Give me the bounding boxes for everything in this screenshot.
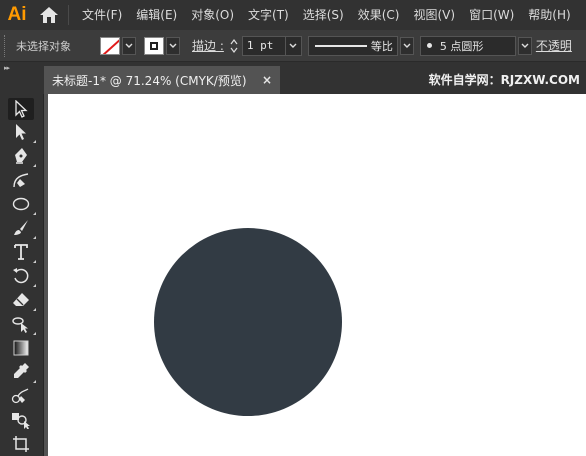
profile-label: 等比 — [370, 39, 393, 53]
brush-dropdown[interactable] — [517, 36, 532, 55]
menu-bar: Ai 文件(F) 编辑(E) 对象(O) 文字(T) 选择(S) 效果(C) 视… — [0, 0, 586, 30]
tools-panel — [0, 94, 44, 456]
brush-dot-icon — [426, 43, 432, 48]
curvature-tool[interactable] — [8, 169, 34, 191]
menu-view[interactable]: 视图(V) — [406, 0, 462, 30]
chevron-down-icon — [403, 43, 411, 48]
menu-file[interactable]: 文件(F) — [75, 0, 129, 30]
stroke-weight-input[interactable]: 1 pt — [241, 35, 286, 56]
site-watermark: 软件自学网：RJZXW.COM — [428, 73, 580, 87]
type-tool[interactable] — [8, 241, 36, 263]
rotate-tool-icon — [13, 268, 29, 284]
artboard-canvas[interactable] — [48, 94, 586, 456]
app-logo: Ai — [7, 4, 27, 25]
menu-effect[interactable]: 效果(C) — [351, 0, 407, 30]
brush-definition[interactable]: 5 点圆形 — [419, 35, 516, 56]
tool-flyout-indicator — [33, 332, 36, 335]
stroke-dropdown[interactable] — [166, 36, 180, 55]
dark-circle-shape[interactable] — [154, 228, 342, 416]
tool-flyout-indicator — [33, 140, 36, 143]
eraser-tool[interactable] — [8, 289, 36, 311]
opacity-label[interactable]: 不透明 — [536, 37, 572, 54]
selection-tool[interactable] — [8, 98, 34, 120]
tool-flyout-indicator — [33, 284, 36, 287]
stroke-label[interactable]: 描边 : — [192, 37, 224, 54]
chevron-down-icon — [521, 43, 529, 48]
menu-object[interactable]: 对象(O) — [184, 0, 241, 30]
home-button[interactable] — [34, 0, 64, 30]
chevron-down-icon — [289, 43, 297, 48]
free-transform-tool[interactable] — [8, 313, 36, 335]
ellipse-tool[interactable] — [8, 193, 36, 215]
variable-width-profile[interactable]: 等比 — [307, 35, 398, 56]
tool-flyout-indicator — [33, 260, 36, 263]
pen-tool[interactable] — [8, 145, 36, 167]
home-icon — [40, 7, 58, 23]
curvature-tool-icon — [13, 173, 29, 188]
tool-flyout-indicator — [33, 212, 36, 215]
tool-flyout-indicator — [33, 164, 36, 167]
eyedropper-tool-icon — [14, 363, 29, 378]
selection-status: 未选择对象 — [16, 39, 71, 53]
blend-tool[interactable] — [8, 385, 34, 407]
chevron-down-icon — [169, 43, 177, 48]
stroke-weight-dropdown[interactable] — [285, 35, 302, 56]
blend-tool-icon — [11, 388, 29, 404]
document-tab-title: 未标题-1* @ 71.24% (CMYK/预览) — [52, 73, 247, 88]
shape-builder-tool-icon — [12, 413, 30, 429]
profile-line-preview — [314, 44, 367, 47]
gradient-tool-icon — [13, 340, 29, 356]
type-tool-icon — [14, 244, 28, 260]
artboard-svg — [154, 228, 342, 416]
tool-flyout-indicator — [33, 308, 36, 311]
eraser-tool-icon — [13, 293, 29, 306]
menu-edit[interactable]: 编辑(E) — [129, 0, 184, 30]
menu-help[interactable]: 帮助(H) — [521, 0, 577, 30]
paintbrush-tool-icon — [14, 220, 28, 235]
pen-tool-icon — [15, 148, 27, 164]
ellipse-tool-icon — [12, 197, 30, 211]
free-transform-tool-icon — [12, 317, 28, 333]
stroke-swatch-inner — [150, 41, 158, 50]
stroke-swatch[interactable] — [144, 36, 164, 55]
profile-dropdown[interactable] — [399, 36, 414, 55]
menu-window[interactable]: 窗口(W) — [462, 0, 521, 30]
tool-flyout-indicator — [33, 236, 36, 239]
shape-builder-tool[interactable] — [8, 409, 34, 431]
gradient-tool[interactable] — [8, 337, 34, 359]
stepper-arrows-icon — [230, 38, 238, 53]
document-tab-row: ▸▸ 未标题-1* @ 71.24% (CMYK/预览) × 软件自学网：RJZ… — [0, 62, 586, 94]
selection-tool-icon — [15, 100, 28, 118]
menu-separator — [68, 5, 69, 25]
artboard-tool-icon — [13, 436, 29, 452]
collapse-panel-icon[interactable]: ▸▸ — [4, 64, 10, 72]
direct-selection-tool-icon — [16, 124, 26, 140]
control-bar: 未选择对象 描边 : 1 pt 等比 5 点圆形 不透明 — [0, 30, 586, 62]
eyedropper-tool[interactable] — [8, 361, 36, 383]
brush-label: 5 点圆形 — [439, 39, 484, 53]
control-bar-grip[interactable] — [4, 34, 10, 57]
document-tab[interactable]: 未标题-1* @ 71.24% (CMYK/预览) × — [44, 66, 280, 94]
direct-selection-tool[interactable] — [8, 121, 36, 143]
fill-swatch[interactable] — [100, 36, 120, 55]
menu-type[interactable]: 文字(T) — [241, 0, 296, 30]
fill-dropdown[interactable] — [122, 36, 136, 55]
close-tab-button[interactable]: × — [262, 73, 272, 87]
stroke-weight-stepper[interactable] — [228, 36, 240, 56]
artboard-tool[interactable] — [8, 433, 34, 455]
paintbrush-tool[interactable] — [8, 217, 36, 239]
chevron-down-icon — [125, 43, 133, 48]
tool-flyout-indicator — [33, 380, 36, 383]
rotate-tool[interactable] — [8, 265, 36, 287]
menu-items: 文件(F) 编辑(E) 对象(O) 文字(T) 选择(S) 效果(C) 视图(V… — [75, 0, 578, 30]
menu-select[interactable]: 选择(S) — [296, 0, 351, 30]
